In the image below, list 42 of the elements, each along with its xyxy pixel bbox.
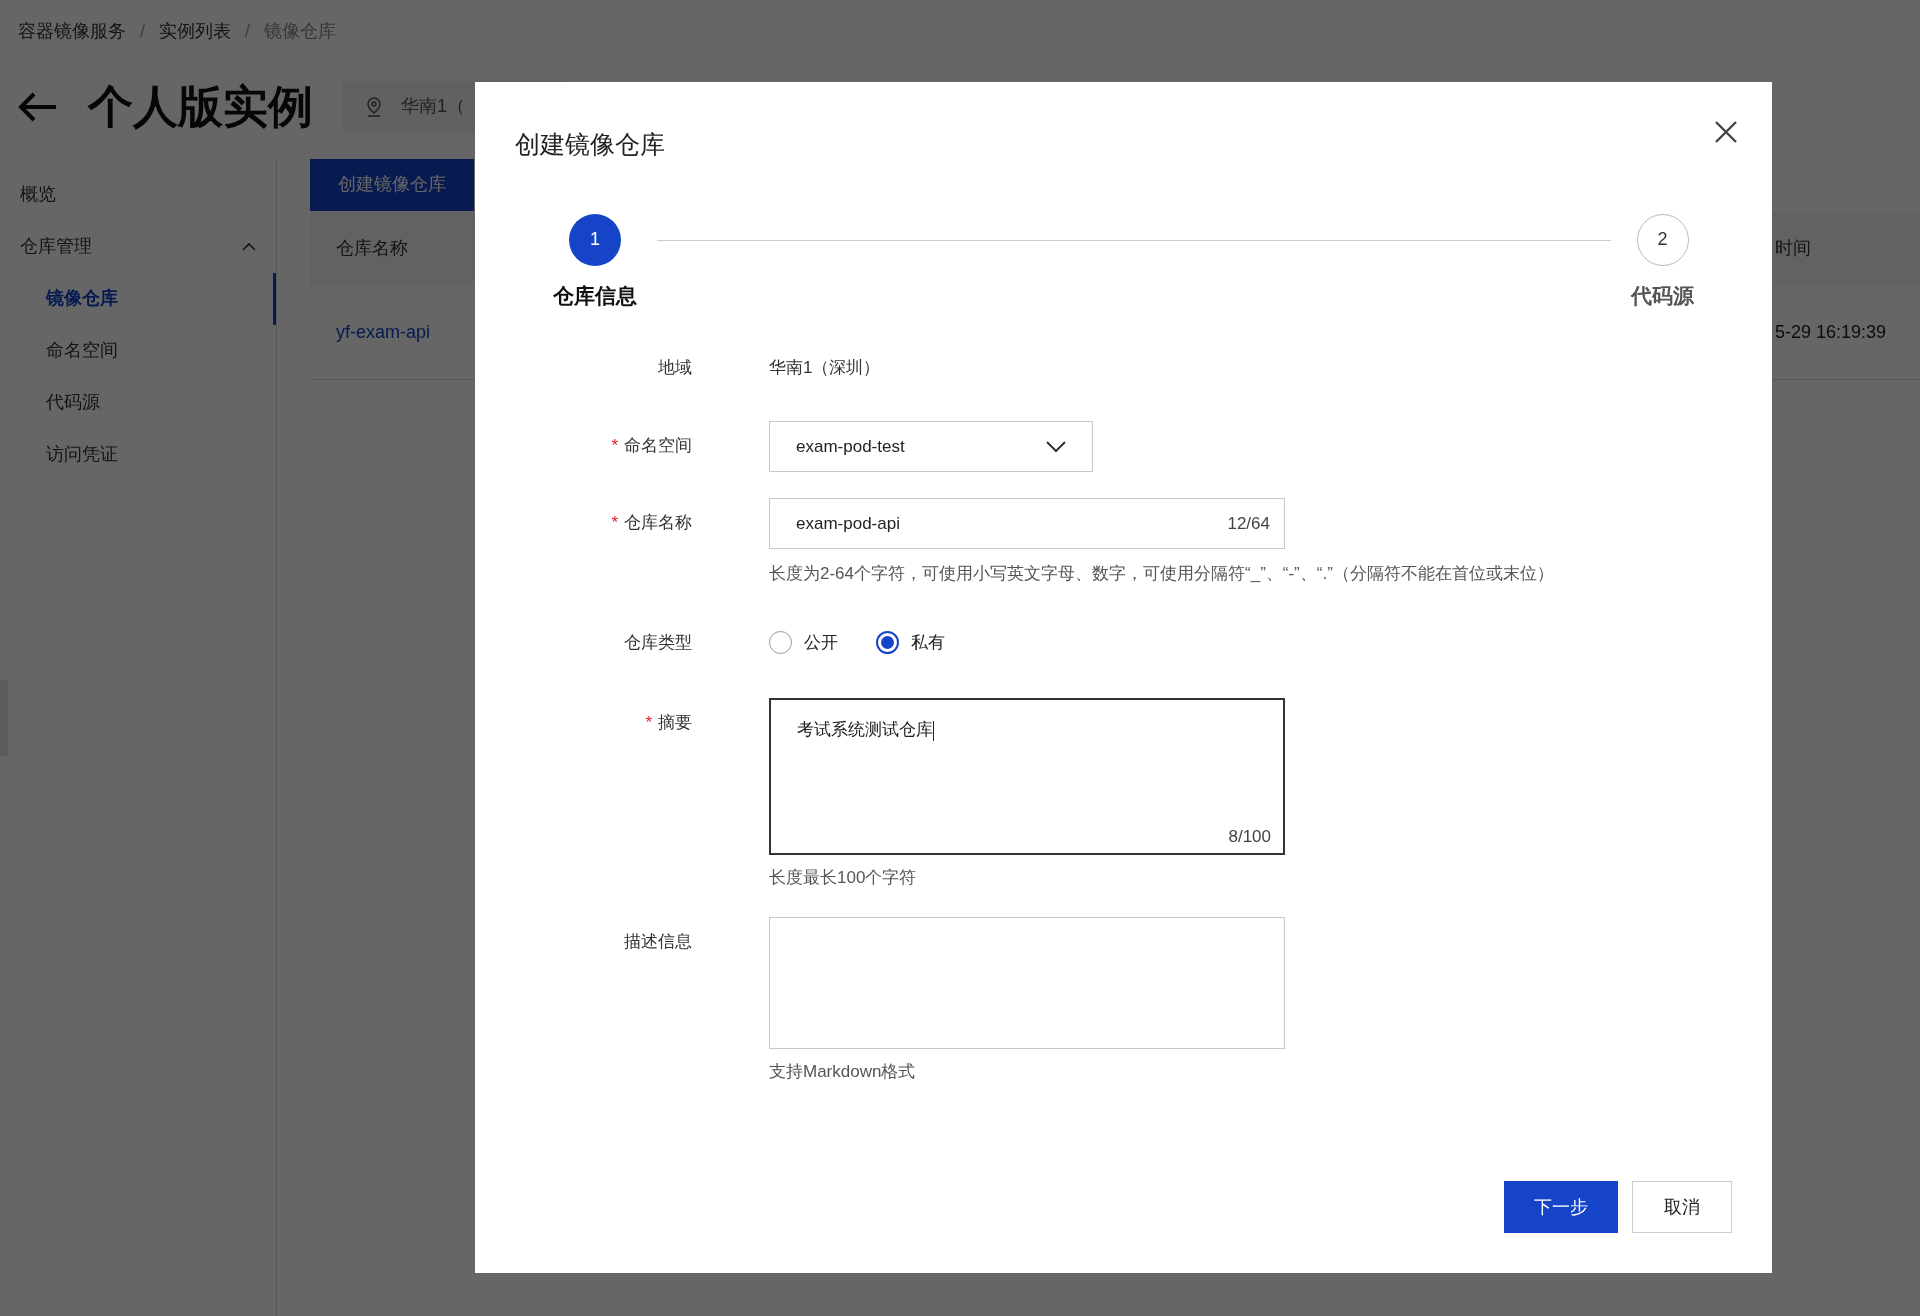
next-button[interactable]: 下一步 bbox=[1504, 1181, 1618, 1233]
table-cell-text: 5-29 16:19:39 bbox=[1775, 320, 1887, 344]
breadcrumb-item[interactable]: 实例列表 bbox=[159, 18, 231, 45]
cancel-button[interactable]: 取消 bbox=[1632, 1181, 1732, 1233]
column-header: 时间 bbox=[1775, 237, 1811, 260]
step-label: 代码源 bbox=[1631, 282, 1694, 309]
help-text: 长度最长100个字符 bbox=[769, 867, 918, 889]
char-counter: 8/100 bbox=[1228, 825, 1271, 848]
radio-option[interactable]: 公开 bbox=[769, 630, 838, 656]
create-repo-button[interactable]: 创建镜像仓库 bbox=[310, 158, 474, 211]
char-counter: 12/64 bbox=[1227, 512, 1270, 535]
field-label: 描述信息 bbox=[624, 931, 692, 954]
chevron-down-icon bbox=[1046, 440, 1066, 453]
field-label: * 摘要 bbox=[645, 712, 692, 735]
step-label: 仓库信息 bbox=[553, 282, 637, 309]
breadcrumb-item[interactable]: 容器镜像服务 bbox=[18, 18, 126, 45]
namespace-select[interactable]: exam-pod-test bbox=[769, 421, 1093, 472]
text-area[interactable]: 考试系统测试仓库 8/100 bbox=[769, 698, 1285, 855]
sidebar-item[interactable]: 仓库管理 bbox=[0, 220, 276, 273]
sidebar-subitem[interactable]: 代码源 bbox=[0, 376, 276, 429]
chevron-up-icon bbox=[242, 242, 256, 251]
sidebar-subitem[interactable]: 镜像仓库 bbox=[0, 272, 276, 325]
field-label: 地域 bbox=[658, 357, 692, 380]
field-label: * 命名空间 bbox=[611, 435, 692, 458]
sidebar-subitem[interactable]: 访问凭证 bbox=[0, 428, 276, 481]
field-value: 华南1（深圳） bbox=[769, 358, 881, 377]
page-title: 个人版实例 bbox=[88, 80, 313, 134]
field-label: * 仓库名称 bbox=[611, 512, 692, 535]
table-cell[interactable]: yf-exam-api bbox=[336, 318, 431, 346]
help-text: 长度为2-64个字符，可使用小写英文字母、数字，可使用分隔符“_”、“-”、“.”（分隔符不能在首位或末位） bbox=[769, 563, 1555, 585]
breadcrumb-separator: / bbox=[245, 20, 251, 43]
breadcrumb-separator: / bbox=[140, 20, 145, 43]
field-label: 仓库类型 bbox=[624, 632, 692, 655]
close-icon[interactable] bbox=[1714, 120, 1738, 144]
back-arrow-icon[interactable] bbox=[18, 90, 58, 123]
sidebar-item[interactable]: 概览 bbox=[0, 168, 276, 221]
sidebar-subitem[interactable]: 命名空间 bbox=[0, 324, 276, 377]
radio-option[interactable]: 私有 bbox=[876, 630, 945, 656]
help-text: 支持Markdown格式 bbox=[769, 1061, 917, 1083]
location-pin-icon bbox=[365, 95, 383, 118]
column-header: 仓库名称 bbox=[336, 237, 408, 260]
name-input[interactable]: exam-pod-api 12/64 bbox=[769, 498, 1285, 549]
